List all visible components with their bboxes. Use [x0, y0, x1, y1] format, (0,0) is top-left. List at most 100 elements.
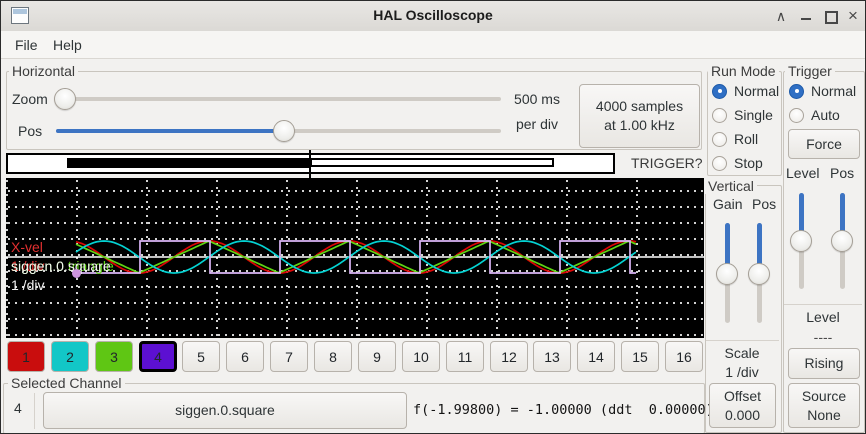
channel-button-7[interactable]: 7 [270, 341, 308, 372]
minimize-button[interactable] [796, 1, 816, 31]
radio-icon [712, 132, 727, 147]
selected-channel-separator [34, 393, 35, 429]
selected-sample-marker [72, 269, 81, 278]
zoom-slider-label: Zoom [12, 91, 48, 107]
trigger-position-marker [309, 150, 311, 179]
channel-button-8[interactable]: 8 [314, 341, 352, 372]
channel-button-13[interactable]: 13 [533, 341, 571, 372]
menu-help[interactable]: Help [49, 36, 86, 54]
radio-icon [789, 84, 804, 99]
trigger-source-button[interactable]: Source None [788, 383, 860, 428]
shade-button[interactable]: ∧ [771, 1, 791, 31]
minimize-icon [801, 18, 811, 20]
samples-rate: at 1.00 kHz [580, 116, 699, 135]
gain-slider-handle[interactable] [716, 263, 738, 285]
run-mode-options: Normal Single Roll Stop [712, 83, 779, 179]
trigger-status-label: TRIGGER? [631, 155, 703, 171]
channel-source-button[interactable]: siggen.0.square [43, 392, 407, 429]
trigger-pos-slider-handle[interactable] [831, 230, 853, 252]
trigger-level-slider-label: Level [786, 165, 819, 181]
pos-slider-label: Pos [18, 123, 42, 139]
channel-button-5[interactable]: 5 [182, 341, 220, 372]
radio-label: Auto [811, 107, 840, 123]
radio-label: Stop [734, 155, 763, 171]
zoom-slider-handle[interactable] [54, 88, 76, 110]
hal-oscilloscope-window: HAL Oscilloscope ∧ × File Help Horizonta… [0, 0, 866, 434]
channel-button-9[interactable]: 9 [358, 341, 396, 372]
gain-slider-label: Gain [713, 196, 743, 212]
radio-icon [712, 84, 727, 99]
channel-button-16[interactable]: 16 [665, 341, 703, 372]
radio-single[interactable]: Single [712, 107, 779, 123]
trigger-group-label: Trigger [785, 63, 835, 79]
trigger-level-readout-label: Level [783, 309, 863, 325]
offset-label: Offset [710, 387, 775, 406]
record-captured-segment [67, 158, 310, 168]
radio-normal[interactable]: Normal [712, 83, 779, 99]
radio-auto[interactable]: Auto [789, 107, 856, 123]
trigger-pos-slider-label: Pos [830, 165, 854, 181]
pos-slider-handle[interactable] [273, 120, 295, 142]
maximize-button[interactable] [820, 1, 840, 31]
channel-button-1[interactable]: 1 [7, 341, 45, 372]
pos-slider-fill [56, 129, 284, 133]
run-mode-group-label: Run Mode [708, 63, 779, 79]
channel-button-4[interactable]: 4 [139, 341, 177, 372]
radio-label: Roll [734, 131, 758, 147]
trigger-level-value: ---- [783, 329, 863, 345]
radio-stop[interactable]: Stop [712, 155, 779, 171]
channel-button-6[interactable]: 6 [226, 341, 264, 372]
radio-label: Normal [734, 83, 779, 99]
channel-button-15[interactable]: 15 [621, 341, 659, 372]
record-pending-segment [310, 158, 554, 167]
trigger-mode-options: Normal Auto [789, 83, 856, 131]
force-button[interactable]: Force [788, 129, 860, 159]
scale-label: Scale [707, 345, 777, 361]
trigger-edge-button[interactable]: Rising [788, 348, 860, 379]
force-button-label: Force [789, 135, 859, 154]
samples-count: 4000 samples [580, 97, 699, 116]
titlebar[interactable]: HAL Oscilloscope ∧ × [1, 1, 865, 32]
vertical-section-separator [706, 340, 779, 341]
vertical-pos-slider-handle[interactable] [748, 263, 770, 285]
vertical-group-label: Vertical [705, 178, 757, 194]
channel-button-14[interactable]: 14 [577, 341, 615, 372]
channel-button-10[interactable]: 10 [402, 341, 440, 372]
channel-value-readout: f(-1.99800) = -1.00000 (ddt 0.00000) [413, 402, 714, 418]
radio-label: Single [734, 107, 773, 123]
close-button[interactable]: × [843, 1, 863, 31]
scope-chan4-name-label: siggen.0.square [11, 258, 111, 274]
trigger-section-separator [784, 304, 862, 305]
time-per-div-unit: per div [499, 116, 575, 132]
radio-icon [712, 108, 727, 123]
samples-rate-button[interactable]: 4000 samples at 1.00 kHz [579, 84, 700, 148]
scope-chan4-scale-label: 1 /div [11, 277, 44, 293]
radio-normal[interactable]: Normal [789, 83, 856, 99]
menubar: File Help [1, 31, 865, 59]
channel-button-12[interactable]: 12 [490, 341, 528, 372]
channel-button-11[interactable]: 11 [446, 341, 484, 372]
maximize-icon [825, 11, 838, 24]
radio-icon [712, 156, 727, 171]
window-title: HAL Oscilloscope [1, 7, 865, 23]
trigger-source-value: None [789, 406, 859, 425]
scale-value: 1 /div [707, 364, 777, 380]
trigger-edge-label: Rising [789, 354, 859, 373]
selected-channel-group-label: Selected Channel [8, 375, 125, 391]
scope-display[interactable]: X-vel 1 /div siggen.0.triangle siggen.0.… [6, 178, 704, 338]
zoom-slider-track[interactable] [56, 97, 501, 101]
trigger-source-label: Source [789, 387, 859, 406]
radio-label: Normal [811, 83, 856, 99]
trigger-level-slider-handle[interactable] [790, 230, 812, 252]
radio-icon [789, 108, 804, 123]
selected-channel-number: 4 [14, 400, 22, 416]
channel-button-2[interactable]: 2 [51, 341, 89, 372]
radio-roll[interactable]: Roll [712, 131, 779, 147]
offset-button[interactable]: Offset 0.000 [709, 383, 776, 428]
menu-file[interactable]: File [11, 36, 42, 54]
scope-chan1-name-label: X-vel [11, 239, 43, 255]
channel-button-3[interactable]: 3 [95, 341, 133, 372]
channel-source-name: siggen.0.square [44, 401, 406, 420]
horizontal-group-label: Horizontal [9, 63, 78, 79]
vertical-pos-slider-label: Pos [752, 196, 776, 212]
